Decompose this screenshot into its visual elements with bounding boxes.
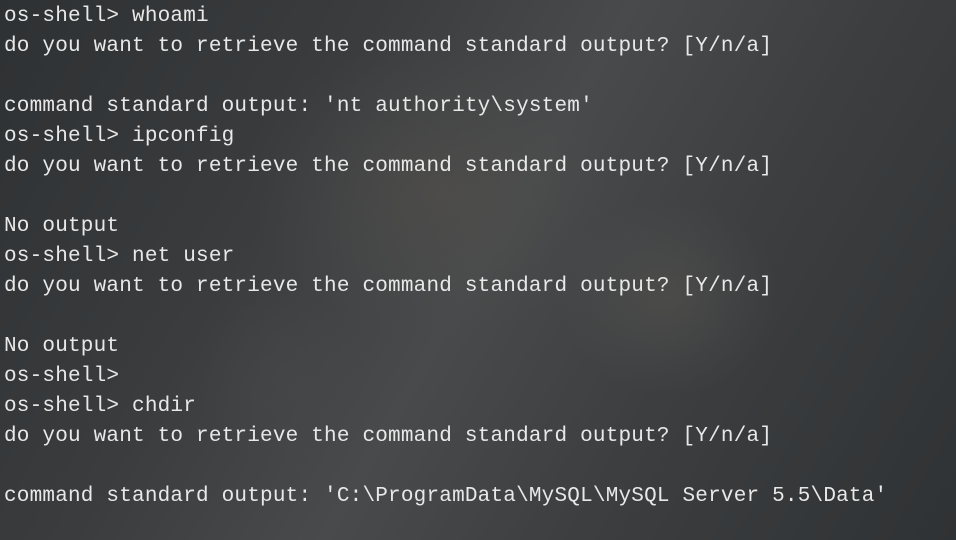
terminal-line: os-shell> whoami [4, 2, 952, 32]
terminal-line [4, 452, 952, 482]
terminal-line [4, 182, 952, 212]
stdout-label: command standard output: [4, 485, 311, 508]
command-text: net user [119, 245, 234, 268]
shell-prompt: os-shell> [4, 365, 119, 388]
terminal-line: os-shell> [4, 362, 952, 392]
retrieve-prompt: do you want to retrieve the command stan… [4, 272, 952, 302]
stdout-label: command standard output: [4, 95, 311, 118]
command-text: ipconfig [119, 125, 234, 148]
no-output-text: No output [4, 212, 952, 242]
terminal-line: command standard output: 'nt authority\s… [4, 92, 952, 122]
retrieve-prompt: do you want to retrieve the command stan… [4, 422, 952, 452]
stdout-value: 'C:\ProgramData\MySQL\MySQL Server 5.5\D… [311, 485, 887, 508]
terminal-line: os-shell> net user [4, 242, 952, 272]
terminal-line: command standard output: 'C:\ProgramData… [4, 482, 952, 512]
terminal-output[interactable]: os-shell> whoamido you want to retrieve … [4, 2, 952, 512]
command-text: chdir [119, 395, 196, 418]
no-output-text: No output [4, 332, 952, 362]
retrieve-prompt: do you want to retrieve the command stan… [4, 152, 952, 182]
command-text: whoami [119, 5, 209, 28]
stdout-value: 'nt authority\system' [311, 95, 593, 118]
retrieve-prompt: do you want to retrieve the command stan… [4, 32, 952, 62]
shell-prompt: os-shell> [4, 125, 119, 148]
terminal-line: os-shell> chdir [4, 392, 952, 422]
shell-prompt: os-shell> [4, 395, 119, 418]
terminal-line [4, 302, 952, 332]
command-text [119, 365, 132, 388]
shell-prompt: os-shell> [4, 5, 119, 28]
terminal-line: os-shell> ipconfig [4, 122, 952, 152]
terminal-line [4, 62, 952, 92]
shell-prompt: os-shell> [4, 245, 119, 268]
